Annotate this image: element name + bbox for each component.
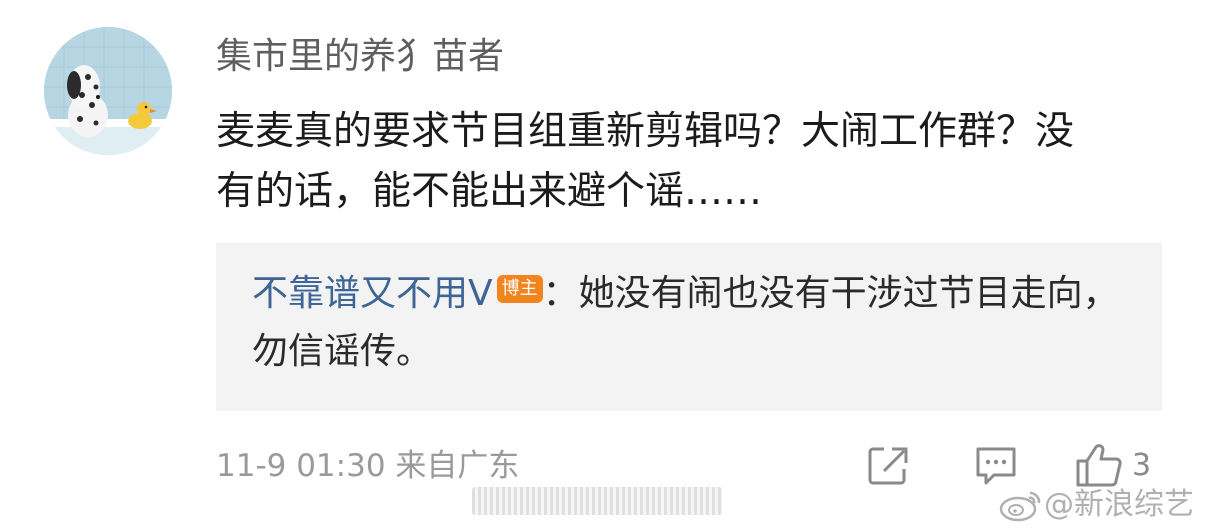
reply-separator: ：: [542, 273, 579, 314]
watermark: @新浪综艺: [998, 485, 1194, 525]
like-count: 3: [1132, 447, 1152, 483]
avatar-dalmatian-image: [44, 27, 172, 155]
reply-content: 不靠谱又不用V 博主 ：她没有闹也没有干涉过节目走向，勿信谣传。: [252, 265, 1132, 381]
reply-username[interactable]: 不靠谱又不用V: [252, 273, 493, 314]
like-button[interactable]: 3: [1074, 440, 1151, 490]
comment-icon: [976, 447, 1016, 485]
comment-button[interactable]: [974, 440, 1018, 490]
watermark-text: @新浪综艺: [1044, 487, 1194, 522]
weibo-logo-icon: [999, 491, 1041, 522]
comment-text: 麦麦真的要求节目组重新剪辑吗？大闹工作群？没有的话，能不能出来避个谣……: [216, 109, 1075, 214]
reply-box[interactable]: 不靠谱又不用V 博主 ：她没有闹也没有干涉过节目走向，勿信谣传。: [216, 243, 1162, 411]
comment-username[interactable]: 集市里的养犭苗者: [216, 32, 504, 82]
comment-meta: 11-9 01:30 来自广东: [216, 448, 520, 484]
blogger-badge: 博主: [496, 275, 543, 303]
share-icon: [868, 447, 908, 485]
avatar[interactable]: [44, 27, 172, 155]
thumbs-up-icon: [1076, 444, 1122, 487]
blurred-strip: [472, 487, 722, 515]
share-button[interactable]: [866, 440, 910, 490]
